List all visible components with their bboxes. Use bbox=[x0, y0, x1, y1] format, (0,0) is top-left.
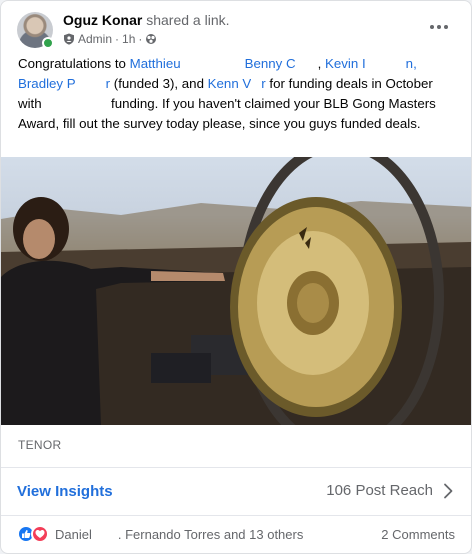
globe-icon[interactable] bbox=[145, 33, 157, 45]
mention-link[interactable]: Kenn V bbox=[208, 76, 252, 91]
gif-media[interactable] bbox=[1, 157, 471, 425]
reactor-name: Daniel bbox=[55, 526, 92, 542]
post-time[interactable]: 1h bbox=[122, 32, 135, 46]
redacted-name bbox=[295, 58, 318, 71]
shared-action-text: shared a link. bbox=[146, 12, 230, 28]
meta-separator: · bbox=[115, 32, 120, 46]
redacted-name bbox=[251, 78, 262, 91]
more-dot-icon bbox=[437, 25, 441, 29]
post-reach-label: 106 Post Reach bbox=[326, 482, 433, 499]
role-label: Admin bbox=[78, 32, 113, 46]
mention-link[interactable]: Kevin I bbox=[325, 56, 366, 71]
redacted-name bbox=[365, 58, 406, 71]
post-card: Oguz Konar shared a link. Admin · 1h · C… bbox=[0, 0, 472, 554]
more-dot-icon bbox=[430, 25, 434, 29]
more-dot-icon bbox=[444, 25, 448, 29]
reaction-icons bbox=[17, 525, 49, 543]
mention-link[interactable]: Matthieu bbox=[130, 56, 181, 71]
author-name[interactable]: Oguz Konar bbox=[63, 12, 142, 28]
reactor-others: . Fernando Torres and 13 others bbox=[117, 526, 304, 542]
reactions-summary[interactable]: Daniel . Fernando Torres and 13 others bbox=[17, 525, 303, 543]
redacted-name bbox=[45, 98, 108, 111]
message-text: Congratulations to bbox=[18, 56, 130, 71]
post-reach-button[interactable]: 106 Post Reach bbox=[326, 482, 453, 499]
message-text: (funded 3), and bbox=[110, 76, 208, 91]
mention-link[interactable]: Benny C bbox=[245, 56, 296, 71]
redacted-name bbox=[91, 528, 118, 540]
post-header: Oguz Konar shared a link. Admin · 1h · bbox=[1, 1, 471, 53]
gong-gif-image bbox=[1, 157, 471, 425]
post-meta: Admin · 1h · bbox=[63, 32, 157, 46]
comments-count-link[interactable]: 2 Comments bbox=[381, 527, 455, 542]
mention-link[interactable]: Bradley P bbox=[18, 76, 76, 91]
meta-separator: · bbox=[138, 32, 143, 46]
online-status-dot bbox=[42, 37, 54, 49]
chevron-right-icon bbox=[443, 483, 453, 499]
mention-tail[interactable]: n, bbox=[406, 56, 417, 71]
admin-shield-icon bbox=[63, 33, 75, 45]
author-line: Oguz Konar shared a link. bbox=[63, 12, 230, 28]
love-reaction-icon bbox=[31, 525, 49, 543]
redacted-name bbox=[180, 58, 245, 71]
more-options-button[interactable] bbox=[421, 13, 457, 41]
divider bbox=[1, 515, 471, 516]
divider bbox=[1, 467, 471, 468]
redacted-name bbox=[75, 78, 106, 91]
view-insights-link[interactable]: View Insights bbox=[17, 483, 113, 500]
post-message: Congratulations to Matthieu Benny C, Kevi… bbox=[18, 56, 436, 131]
media-source-label: TENOR bbox=[18, 438, 62, 452]
